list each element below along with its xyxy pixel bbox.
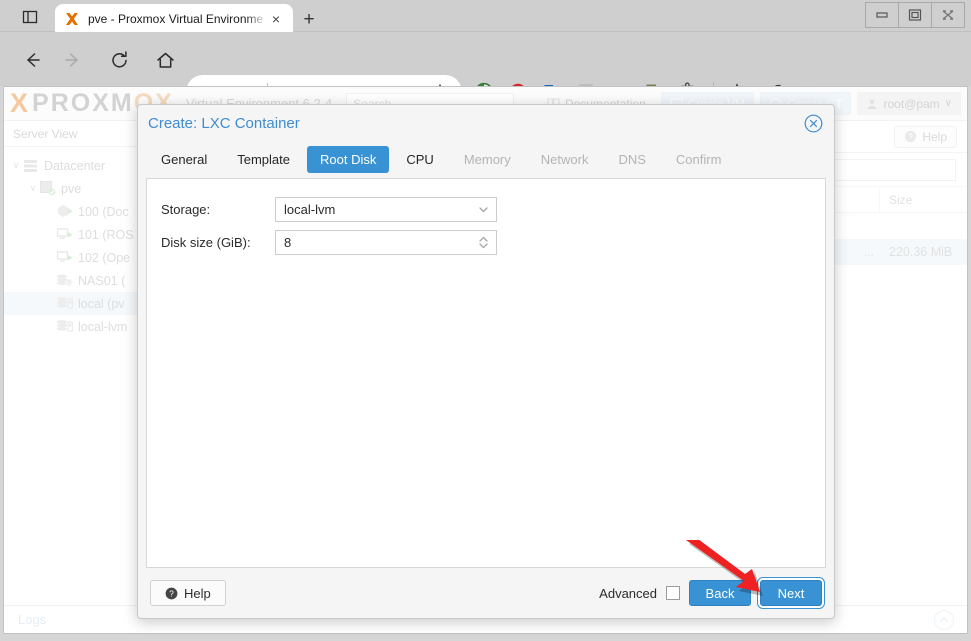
user-menu-button[interactable]: root@pam ∨	[857, 92, 961, 115]
tree-item-label: 100 (Doc	[78, 204, 129, 219]
window-controls	[865, 2, 965, 28]
svg-text:?: ?	[67, 281, 70, 287]
tab-general[interactable]: General	[148, 146, 220, 173]
disk-size-form-row: Disk size (GiB): 8	[161, 230, 825, 255]
browser-tab[interactable]: pve - Proxmox Virtual Environme ×	[55, 4, 293, 33]
home-icon	[156, 52, 174, 68]
tab-root-disk[interactable]: Root Disk	[307, 146, 390, 173]
window-close-button[interactable]	[931, 2, 965, 28]
node-icon	[39, 181, 56, 197]
content-help-button[interactable]: ? Help	[894, 125, 957, 148]
svg-text:?: ?	[169, 588, 174, 598]
storage-unknown-icon: ?	[56, 273, 73, 289]
tree-item-label: 102 (Ope	[78, 250, 131, 265]
tab-dns: DNS	[618, 152, 646, 167]
forward-button	[59, 46, 87, 74]
back-button[interactable]	[18, 46, 46, 74]
datacenter-icon	[22, 158, 39, 174]
user-icon	[867, 99, 878, 109]
storage-icon	[56, 296, 73, 312]
create-lxc-container-dialog: Create: LXC Container General Template Roo…	[137, 104, 835, 619]
chevron-down-icon: ∨	[944, 98, 952, 109]
browser-window: pve - Proxmox Virtual Environme × + X PR…	[0, 0, 971, 641]
tree-item-label: Datacenter	[44, 158, 106, 173]
dialog-help-label: Help	[184, 585, 211, 601]
proxmox-x-icon	[63, 10, 81, 28]
spinner-arrows-icon[interactable]	[475, 235, 491, 250]
user-label: root@pam	[883, 96, 940, 111]
dialog-footer: ? Help Advanced Back Next	[138, 568, 834, 618]
close-icon	[942, 10, 954, 20]
content-filter-input[interactable]	[824, 158, 956, 181]
vm-icon	[56, 250, 73, 266]
browser-tab-title: pve - Proxmox Virtual Environme	[88, 11, 264, 26]
advanced-label: Advanced	[599, 585, 657, 601]
grid-cell-size: 220.36 MiB	[889, 245, 953, 259]
svg-text:?: ?	[909, 132, 914, 141]
reload-icon	[111, 50, 127, 68]
browser-toolbar: 不安全 https://10.1.1.254:... ?	[0, 32, 971, 109]
vm-icon	[56, 227, 73, 243]
tab-cpu[interactable]: CPU	[393, 146, 446, 173]
disk-size-spinner[interactable]: 8	[275, 230, 497, 255]
disk-size-value: 8	[284, 235, 292, 250]
back-button[interactable]: Back	[689, 580, 751, 606]
reload-button[interactable]	[105, 46, 133, 74]
tree-expand-chevron-icon[interactable]: ∨	[27, 183, 39, 194]
home-button[interactable]	[151, 46, 179, 74]
window-titlebar: pve - Proxmox Virtual Environme × +	[0, 0, 971, 33]
tree-item-label: 101 (ROS	[78, 227, 134, 242]
dialog-header: Create: LXC Container	[138, 105, 834, 141]
storage-label: Storage:	[161, 202, 211, 217]
minimize-icon	[876, 12, 888, 18]
storage-combobox[interactable]: local-lvm	[275, 197, 497, 222]
container-icon	[56, 204, 73, 220]
maximize-icon	[908, 9, 922, 21]
tree-item-label: local (pv	[78, 296, 125, 311]
grid-cell-size	[880, 213, 966, 239]
storage-icon	[56, 319, 73, 335]
tab-close-icon[interactable]: ×	[267, 10, 285, 28]
tab-list-icon	[22, 10, 38, 24]
content-help-label: Help	[922, 129, 947, 144]
tree-item-label: local-lvm	[78, 319, 128, 334]
tree-item-label: NAS01 (	[78, 273, 126, 288]
new-tab-button[interactable]: +	[297, 7, 321, 31]
logs-panel-label[interactable]: Logs	[18, 612, 46, 627]
tab-template[interactable]: Template	[224, 146, 303, 173]
forward-arrow-icon	[65, 53, 78, 67]
disk-size-label: Disk size (GiB):	[161, 235, 251, 250]
tab-list-button[interactable]	[12, 4, 48, 30]
storage-form-row: Storage: local-lvm	[161, 197, 825, 222]
question-circle-icon: ?	[165, 587, 178, 599]
tab-network: Network	[540, 152, 589, 167]
tab-confirm: Confirm	[675, 152, 722, 167]
proxmox-logo-x: X	[10, 88, 31, 118]
tree-expand-chevron-icon[interactable]: ∨	[10, 160, 22, 171]
window-minimize-button[interactable]	[865, 2, 899, 28]
tree-item-label: pve	[61, 181, 82, 196]
dialog-footer-actions: Advanced Back Next	[599, 580, 822, 606]
question-circle-icon: ?	[905, 130, 917, 143]
advanced-checkbox[interactable]	[666, 586, 680, 600]
dialog-title: Create: LXC Container	[148, 114, 300, 132]
next-button[interactable]: Next	[760, 580, 822, 606]
window-maximize-button[interactable]	[898, 2, 932, 28]
dialog-body: Storage: local-lvm Disk size (GiB): 8	[146, 178, 826, 568]
chevron-up-circle-icon[interactable]	[934, 610, 954, 630]
close-circle-icon[interactable]	[802, 112, 824, 134]
storage-value: local-lvm	[284, 202, 336, 217]
grid-header-size[interactable]: Size	[880, 187, 966, 212]
back-arrow-icon	[27, 53, 40, 67]
chevron-down-icon[interactable]	[475, 204, 491, 215]
dialog-tab-bar: General Template Root Disk CPU Memory Network…	[138, 141, 834, 178]
dialog-help-button[interactable]: ? Help	[150, 580, 226, 606]
tab-memory: Memory	[463, 152, 511, 167]
